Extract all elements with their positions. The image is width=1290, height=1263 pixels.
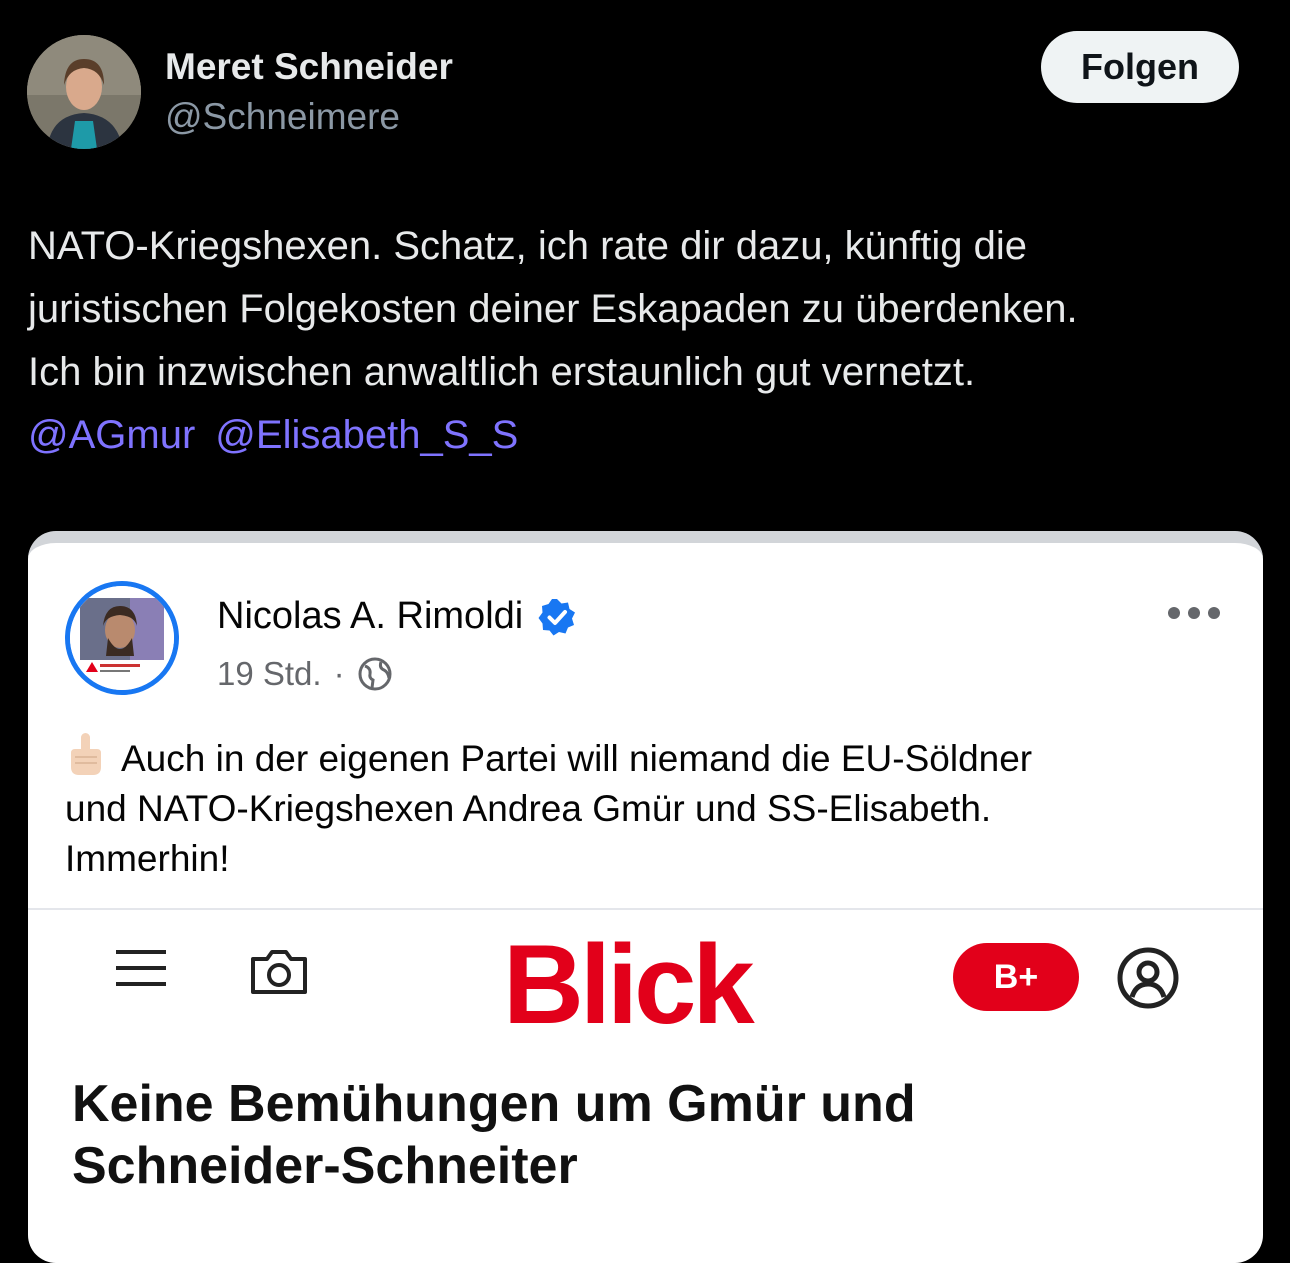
divider bbox=[28, 908, 1263, 910]
more-options-icon bbox=[1168, 605, 1220, 621]
mention-link-elisabeth[interactable]: @Elisabeth_S_S bbox=[215, 413, 518, 457]
mentions-line: @AGmur @Elisabeth_S_S bbox=[28, 404, 1268, 467]
globe-icon bbox=[358, 657, 392, 691]
headline-line: Keine Bemühungen um Gmür und bbox=[72, 1075, 916, 1133]
post-author-avatar bbox=[65, 581, 179, 695]
post-meta: 19 Std. · bbox=[217, 655, 393, 693]
post-text-line: Auch in der eigenen Partei will niemand … bbox=[65, 733, 1215, 784]
tweet-text-line: juristischen Folgekosten deiner Eskapade… bbox=[28, 287, 1078, 331]
headline-line: Schneider-Schneiter bbox=[72, 1137, 578, 1195]
follow-button[interactable]: Folgen bbox=[1041, 31, 1239, 103]
blick-logo: Blick bbox=[503, 922, 755, 1047]
post-text-line: Immerhin! bbox=[65, 838, 230, 879]
mention-link-agmur[interactable]: @AGmur bbox=[28, 413, 195, 457]
post-author-name-text: Nicolas A. Rimoldi bbox=[217, 595, 524, 637]
post-text-line-1: Auch in der eigenen Partei will niemand … bbox=[121, 738, 1033, 779]
meta-separator: · bbox=[333, 655, 345, 692]
middle-finger-emoji bbox=[71, 733, 101, 775]
post-text: Auch in der eigenen Partei will niemand … bbox=[65, 733, 1215, 884]
article-headline: Keine Bemühungen um Gmür und Schneider-S… bbox=[72, 1073, 1222, 1197]
post-time: 19 Std. bbox=[217, 655, 322, 692]
tweet-text: NATO-Kriegshexen. Schatz, ich rate dir d… bbox=[28, 215, 1268, 467]
post-author-name: Nicolas A. Rimoldi bbox=[217, 595, 577, 638]
post-text-line: und NATO-Kriegshexen Andrea Gmür und SS-… bbox=[65, 788, 992, 829]
camera-icon bbox=[251, 950, 307, 994]
blick-plus-badge: B+ bbox=[953, 943, 1079, 1011]
tweet-text-line: Ich bin inzwischen anwaltlich erstaunlic… bbox=[28, 350, 976, 394]
user-account-icon bbox=[1117, 947, 1179, 1009]
attached-image[interactable]: Nicolas A. Rimoldi 19 Std. · Auch in der… bbox=[28, 531, 1263, 1263]
menu-icon bbox=[116, 950, 166, 986]
author-name[interactable]: Meret Schneider bbox=[165, 45, 453, 89]
verified-badge-icon bbox=[538, 598, 576, 635]
author-handle[interactable]: @Schneimere bbox=[165, 95, 400, 139]
author-avatar[interactable] bbox=[27, 35, 141, 149]
tweet-text-line: NATO-Kriegshexen. Schatz, ich rate dir d… bbox=[28, 224, 1028, 268]
